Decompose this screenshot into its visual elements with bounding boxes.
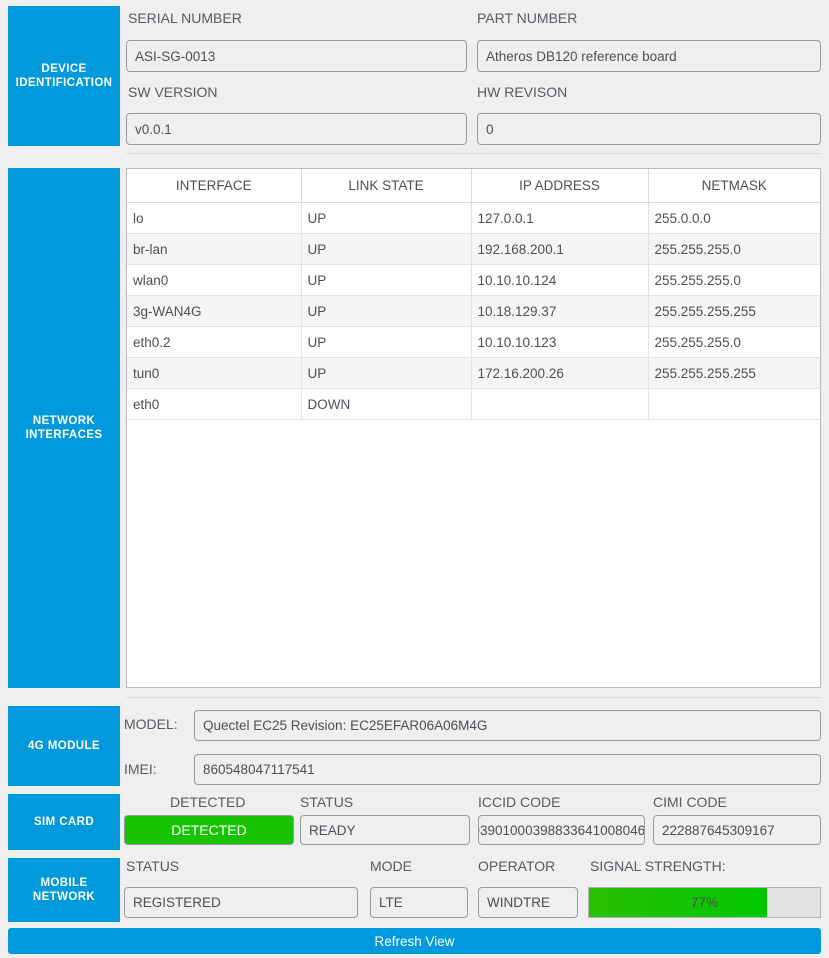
section-divider <box>126 697 821 698</box>
cell-netmask: 255.255.255.0 <box>648 264 820 296</box>
cell-interface: br-lan <box>127 233 302 265</box>
cell-link-state: UP <box>301 357 472 389</box>
refresh-view-button[interactable]: Refresh View <box>8 928 821 954</box>
cell-link-state: UP <box>301 233 472 265</box>
cell-netmask: 255.255.255.255 <box>648 295 820 327</box>
column-header-interface: INTERFACE <box>127 169 302 203</box>
section-badge-device-identification: DEVICE IDENTIFICATION <box>8 6 120 146</box>
iccid-code-value: 89390100039883364100804650F <box>479 822 645 838</box>
section-network-interfaces: NETWORK INTERFACES INTERFACE LINK STATE … <box>0 160 829 696</box>
section-sim-card: SIM CARD DETECTED DETECTED STATUS READY … <box>0 792 829 854</box>
hw-revision-field[interactable]: 0 <box>477 113 821 145</box>
cell-ip-address: 127.0.0.1 <box>471 202 649 234</box>
section-mobile-network: MOBILE NETWORK STATUS REGISTERED MODE LT… <box>0 856 829 924</box>
serial-number-label: SERIAL NUMBER <box>128 10 242 26</box>
signal-strength-value: 77% <box>690 895 719 910</box>
hw-revision-label: HW REVISON <box>477 84 568 100</box>
cell-link-state: UP <box>301 326 472 358</box>
mobile-operator-field[interactable]: WINDTRE <box>478 887 578 918</box>
cell-netmask <box>648 388 820 420</box>
section-4g-module: 4G MODULE MODEL: Quectel EC25 Revision: … <box>0 702 829 790</box>
section-badge-mobile-network: MOBILE NETWORK <box>8 858 120 922</box>
device-status-page: DEVICE IDENTIFICATION SERIAL NUMBER ASI-… <box>0 0 829 958</box>
network-interfaces-table-container[interactable]: INTERFACE LINK STATE IP ADDRESS NETMASK … <box>126 168 821 688</box>
section-badge-sim-card: SIM CARD <box>8 794 120 850</box>
network-interfaces-table: INTERFACE LINK STATE IP ADDRESS NETMASK … <box>127 169 820 420</box>
cell-netmask: 255.0.0.0 <box>648 202 820 234</box>
table-row[interactable]: 3g-WAN4G UP 10.18.129.37 255.255.255.255 <box>127 295 820 327</box>
cell-netmask: 255.255.255.255 <box>648 357 820 389</box>
part-number-field[interactable]: Atheros DB120 reference board <box>477 40 821 72</box>
sw-version-field[interactable]: v0.0.1 <box>126 113 467 145</box>
table-row[interactable]: wlan0 UP 10.10.10.124 255.255.255.0 <box>127 264 820 296</box>
table-row[interactable]: tun0 UP 172.16.200.26 255.255.255.255 <box>127 357 820 389</box>
part-number-label: PART NUMBER <box>477 10 578 26</box>
cell-ip-address: 172.16.200.26 <box>471 357 649 389</box>
section-badge-4g-module: 4G MODULE <box>8 706 120 786</box>
sim-detected-status-badge: DETECTED <box>124 815 294 845</box>
cell-netmask: 255.255.255.0 <box>648 233 820 265</box>
sim-detected-label: DETECTED <box>170 794 246 810</box>
sw-version-label: SW VERSION <box>128 84 218 100</box>
model-field[interactable]: Quectel EC25 Revision: EC25EFAR06A06M4G <box>194 710 821 741</box>
column-header-ip-address: IP ADDRESS <box>471 169 649 203</box>
cimi-code-field[interactable]: 222887645309167 <box>653 815 821 845</box>
section-badge-network-interfaces: NETWORK INTERFACES <box>8 168 120 688</box>
network-interfaces-table-body: lo UP 127.0.0.1 255.0.0.0 br-lan UP 192.168.20… <box>127 202 820 420</box>
table-row[interactable]: lo UP 127.0.0.1 255.0.0.0 <box>127 202 820 234</box>
column-header-link-state: LINK STATE <box>301 169 472 203</box>
cell-ip-address: 192.168.200.1 <box>471 233 649 265</box>
section-divider <box>126 153 821 154</box>
cell-netmask: 255.255.255.0 <box>648 326 820 358</box>
cell-interface: tun0 <box>127 357 302 389</box>
sim-status-field[interactable]: READY <box>300 815 470 845</box>
mobile-operator-label: OPERATOR <box>478 858 556 874</box>
cell-interface: eth0 <box>127 388 302 420</box>
cell-interface: lo <box>127 202 302 234</box>
serial-number-field[interactable]: ASI-SG-0013 <box>126 40 467 72</box>
mobile-status-label: STATUS <box>126 858 180 874</box>
column-header-netmask: NETMASK <box>648 169 820 203</box>
iccid-code-field[interactable]: 89390100039883364100804650F <box>478 815 645 845</box>
imei-label: IMEI: <box>124 761 157 777</box>
cell-ip-address: 10.10.10.124 <box>471 264 649 296</box>
signal-strength-label: SIGNAL STRENGTH: <box>590 858 726 874</box>
table-row[interactable]: eth0 DOWN <box>127 388 820 420</box>
section-device-identification: DEVICE IDENTIFICATION SERIAL NUMBER ASI-… <box>0 0 829 152</box>
cell-link-state: UP <box>301 295 472 327</box>
cell-interface: wlan0 <box>127 264 302 296</box>
cell-ip-address: 10.10.10.123 <box>471 326 649 358</box>
cell-ip-address: 10.18.129.37 <box>471 295 649 327</box>
cell-interface: eth0.2 <box>127 326 302 358</box>
mobile-status-field[interactable]: REGISTERED <box>124 887 358 918</box>
cell-ip-address <box>471 388 649 420</box>
mobile-mode-label: MODE <box>370 858 412 874</box>
mobile-mode-field[interactable]: LTE <box>370 887 468 918</box>
table-row[interactable]: eth0.2 UP 10.10.10.123 255.255.255.0 <box>127 326 820 358</box>
cell-link-state: UP <box>301 202 472 234</box>
table-row[interactable]: br-lan UP 192.168.200.1 255.255.255.0 <box>127 233 820 265</box>
iccid-code-label: ICCID CODE <box>478 794 561 810</box>
model-label: MODEL: <box>124 716 178 732</box>
table-header-row: INTERFACE LINK STATE IP ADDRESS NETMASK <box>127 169 820 203</box>
cell-interface: 3g-WAN4G <box>127 295 302 327</box>
signal-strength-progress-bar: 77% <box>588 887 821 918</box>
cimi-code-label: CIMI CODE <box>653 794 727 810</box>
sim-status-label: STATUS <box>300 794 354 810</box>
imei-field[interactable]: 860548047117541 <box>194 754 821 785</box>
cell-link-state: DOWN <box>301 388 472 420</box>
cell-link-state: UP <box>301 264 472 296</box>
